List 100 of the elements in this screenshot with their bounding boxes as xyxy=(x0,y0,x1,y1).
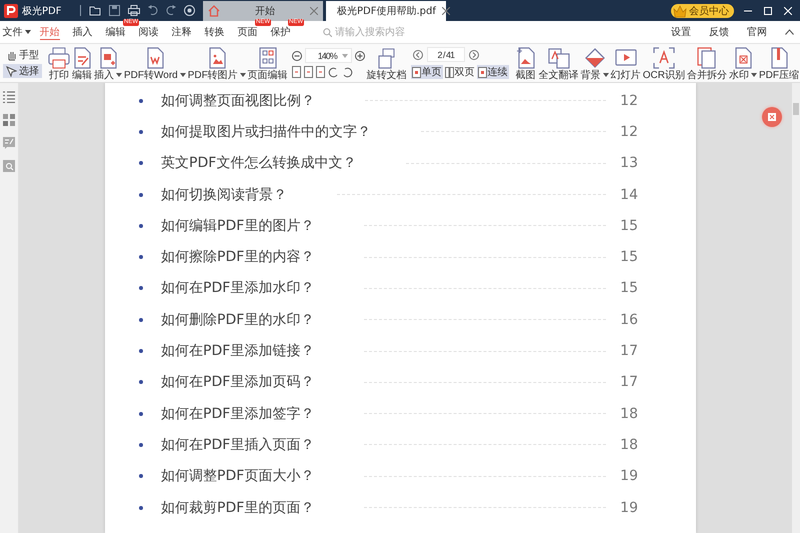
paint-bucket-button[interactable]: 背景 xyxy=(580,44,609,82)
zoom-in-icon xyxy=(354,50,365,60)
page-number: 12 xyxy=(620,122,638,141)
toc-entry[interactable]: 如何擦除PDF里的内容？ xyxy=(161,248,314,266)
page-number-field[interactable]: 2 / 41 xyxy=(426,47,465,62)
page-number: 14 xyxy=(620,186,638,204)
toc-entry[interactable]: 如何调整页面视图比例？ xyxy=(161,92,315,110)
edit-button[interactable]: 编辑 xyxy=(72,44,92,82)
rotate-left-icon xyxy=(328,66,339,78)
menu-tab[interactable]: 阅读 xyxy=(138,24,158,40)
toc-entry[interactable]: 如何编辑PDF里的图片？ xyxy=(161,216,314,235)
open-folder-icon xyxy=(89,5,101,16)
word-button[interactable]: PDF转Word xyxy=(124,44,186,82)
two-page-icon xyxy=(444,66,454,78)
menu-tab[interactable]: 转换 xyxy=(204,24,224,40)
menu-tab[interactable]: 保护 xyxy=(270,24,290,40)
menu-tab[interactable]: 插入 xyxy=(72,24,92,40)
play-button[interactable]: 幻灯片 xyxy=(610,44,641,82)
image-button[interactable]: PDF转图片 xyxy=(188,44,246,82)
bullet-icon xyxy=(139,506,143,510)
watermark-icon xyxy=(732,47,753,69)
toc-entry[interactable]: 如何调整PDF页面大小？ xyxy=(161,467,314,486)
save-icon xyxy=(109,5,120,16)
bullet-icon xyxy=(139,349,143,354)
tool-mode-button[interactable]: 选择 xyxy=(3,64,42,78)
print-button[interactable]: 打印 xyxy=(48,44,70,82)
translate-icon xyxy=(548,47,570,69)
page-number: 15 xyxy=(620,279,638,298)
caret-icon xyxy=(750,72,757,76)
bullet-icon xyxy=(139,442,143,447)
single-page-icon xyxy=(412,66,421,78)
ocr-button[interactable]: OCR识别 xyxy=(642,44,685,82)
menu-tab[interactable]: 文件 xyxy=(2,24,30,40)
print-icon xyxy=(48,47,70,69)
app-name: 极光PDF xyxy=(22,4,62,18)
print-icon xyxy=(128,5,140,16)
menu-tab[interactable]: 开始 xyxy=(40,24,60,40)
app-logo-icon xyxy=(4,4,18,18)
bullet-icon xyxy=(139,474,143,478)
watermark-button[interactable]: 水印 xyxy=(728,44,757,82)
bullet-icon xyxy=(139,98,143,103)
maximize-icon xyxy=(764,6,772,14)
zoom-field[interactable]: 140% xyxy=(304,48,352,63)
caret-icon xyxy=(116,72,122,76)
toc-entry[interactable]: 如何提取图片或扫描件中的文字？ xyxy=(161,122,371,141)
view-mode-button[interactable]: 双页 xyxy=(444,65,476,79)
translate-button[interactable]: 全文翻译 xyxy=(538,44,579,82)
toc-entry[interactable]: 如何裁剪PDF里的页面？ xyxy=(161,498,314,516)
header-link[interactable]: 反馈 xyxy=(709,25,729,39)
insert-button[interactable]: 插入 xyxy=(94,44,122,82)
floating-action-button[interactable] xyxy=(762,107,782,127)
menu-tab[interactable]: 页面 xyxy=(238,24,258,40)
page-number: 17 xyxy=(620,342,638,360)
toc-entry[interactable]: 如何在PDF里添加签字？ xyxy=(161,404,314,423)
home-icon xyxy=(208,5,220,17)
toc-entry[interactable]: 如何在PDF里添加水印？ xyxy=(161,279,314,298)
ocr-icon xyxy=(652,47,675,69)
toc-entry[interactable]: 如何切换阅读背景？ xyxy=(161,186,287,204)
compress-button[interactable]: PDF压缩 xyxy=(758,44,799,82)
fit-width-icon xyxy=(292,66,301,78)
record-icon xyxy=(184,5,195,16)
continuous-icon xyxy=(478,66,487,78)
insert-icon xyxy=(98,47,118,69)
grid-icon xyxy=(258,47,278,69)
tool-mode-button[interactable]: 手型 xyxy=(3,48,42,62)
page-search-icon xyxy=(3,160,15,172)
compress-icon xyxy=(768,47,789,69)
header-link[interactable]: 官网 xyxy=(747,25,767,39)
caret-icon xyxy=(240,72,246,76)
paint-bucket-icon xyxy=(584,47,606,69)
header-link[interactable]: 设置 xyxy=(671,25,691,39)
rotate-button[interactable]: 旋转文档 xyxy=(366,44,407,82)
page-number: 15 xyxy=(620,216,638,235)
page-number: 13 xyxy=(620,154,638,172)
vip-center-button[interactable]: 会员中心 xyxy=(671,4,734,18)
toc-entry[interactable]: 如何在PDF里插入页面？ xyxy=(161,436,314,454)
toc-entry[interactable]: 如何在PDF里添加页码？ xyxy=(161,373,314,392)
menu-tab[interactable]: 注释 xyxy=(172,24,192,40)
page-number: 18 xyxy=(620,436,638,454)
bullet-icon xyxy=(139,412,143,416)
annotation-icon xyxy=(3,137,15,149)
tab-label: 开始 xyxy=(254,5,276,18)
toc-entry[interactable]: 如何在PDF里添加链接？ xyxy=(161,342,314,360)
undo-icon xyxy=(148,5,158,16)
scrollbar-thumb[interactable] xyxy=(793,103,799,115)
pages-button[interactable]: 合并拆分 xyxy=(686,44,727,82)
page-number: 12 xyxy=(620,92,638,110)
menu-tab[interactable]: 编辑 xyxy=(106,24,126,40)
toc-entry[interactable]: 英文PDF文件怎么转换成中文？ xyxy=(161,154,356,172)
image-icon xyxy=(206,47,227,69)
thumbnails-icon xyxy=(3,114,15,126)
grid-button[interactable]: 页面编辑 xyxy=(248,44,288,82)
bullet-icon xyxy=(139,224,143,228)
crop-button[interactable]: 截图 xyxy=(514,44,537,82)
view-mode-button[interactable]: 单页 xyxy=(410,65,443,79)
rotate-document-icon xyxy=(376,47,397,69)
view-mode-button[interactable]: 连续 xyxy=(476,65,509,79)
bullet-icon xyxy=(139,161,143,166)
bullet-icon xyxy=(139,380,143,384)
toc-entry[interactable]: 如何删除PDF里的水印？ xyxy=(161,310,314,329)
